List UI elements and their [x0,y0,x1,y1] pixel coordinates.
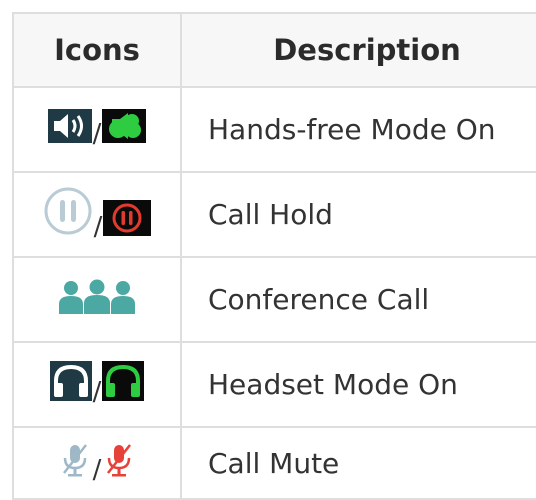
icon-legend-table: Icons Description / Hands-free Mode On /… [12,12,536,500]
speaker-icon [47,109,92,143]
icon-cell: / [12,86,182,173]
icon-group [57,278,137,314]
icon-group: / [49,361,145,405]
table-row: / Hands-free Mode On [12,86,536,173]
icon-separator: / [92,454,102,485]
handsfree-on-icon [102,109,147,143]
icon-group: / [58,441,137,483]
icon-cell: / [12,426,182,500]
table-row: / Headset Mode On [12,341,536,428]
table-row: Conference Call [12,256,536,343]
table-header-row: Icons Description [12,12,536,88]
icon-cell: / [12,341,182,428]
description-cell: Headset Mode On [180,341,536,428]
headset-active-icon [102,361,145,401]
description-cell: Hands-free Mode On [180,86,536,173]
icon-legend-table-wrapper: Icons Description / Hands-free Mode On /… [12,12,536,500]
table-row: / Call Hold [12,171,536,258]
icon-separator: / [92,377,102,407]
description-cell: Conference Call [180,256,536,343]
hold-active-icon [103,200,152,236]
header-description: Description [180,12,536,88]
icon-separator: / [92,119,102,149]
icon-group: / [43,186,152,240]
icon-separator: / [93,212,103,242]
conference-icon [59,279,135,314]
hold-icon [44,187,92,235]
mic-muted-icon [62,443,87,476]
description-cell: Call Hold [180,171,536,258]
headset-icon [49,361,92,401]
table-row: / Call Mute [12,426,536,500]
icon-group: / [47,109,147,147]
description-cell: Call Mute [180,426,536,500]
header-icons: Icons [12,12,182,88]
mic-muted-active-icon [107,443,132,476]
icon-cell: / [12,171,182,258]
icon-cell [12,256,182,343]
